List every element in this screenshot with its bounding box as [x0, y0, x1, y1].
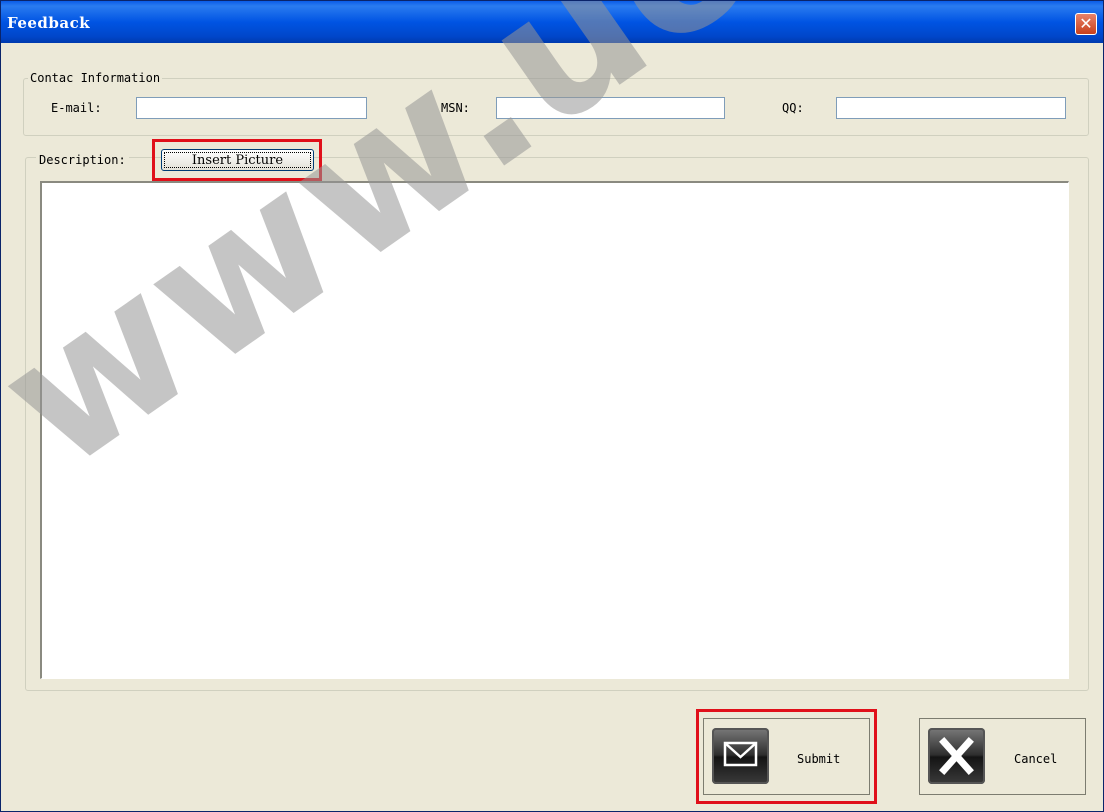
msn-label: MSN:: [441, 101, 470, 115]
title-bar[interactable]: Feedback ✕: [1, 1, 1103, 43]
email-field[interactable]: [136, 97, 367, 119]
qq-field[interactable]: [836, 97, 1066, 119]
insert-picture-button[interactable]: Insert Picture: [161, 149, 314, 171]
msn-field[interactable]: [496, 97, 725, 119]
submit-label: Submit: [797, 752, 841, 766]
qq-label: QQ:: [782, 101, 804, 115]
x-icon: [928, 728, 985, 784]
description-label: Description:: [36, 153, 129, 167]
email-label: E-mail:: [51, 101, 102, 115]
cancel-button[interactable]: Cancel: [919, 718, 1086, 795]
contact-info-legend: Contac Information: [30, 71, 161, 85]
dialog-client: Contac Information E-mail: MSN: QQ: Desc…: [2, 43, 1102, 810]
close-icon: ✕: [1079, 14, 1093, 33]
cancel-label: Cancel: [1014, 752, 1058, 766]
envelope-icon: [712, 728, 769, 784]
description-textarea[interactable]: [40, 181, 1069, 679]
close-button[interactable]: ✕: [1075, 13, 1097, 35]
window-title: Feedback: [7, 14, 91, 32]
feedback-window: Feedback ✕ Contac Information E-mail: MS…: [0, 0, 1104, 812]
submit-button[interactable]: Submit: [703, 718, 870, 795]
